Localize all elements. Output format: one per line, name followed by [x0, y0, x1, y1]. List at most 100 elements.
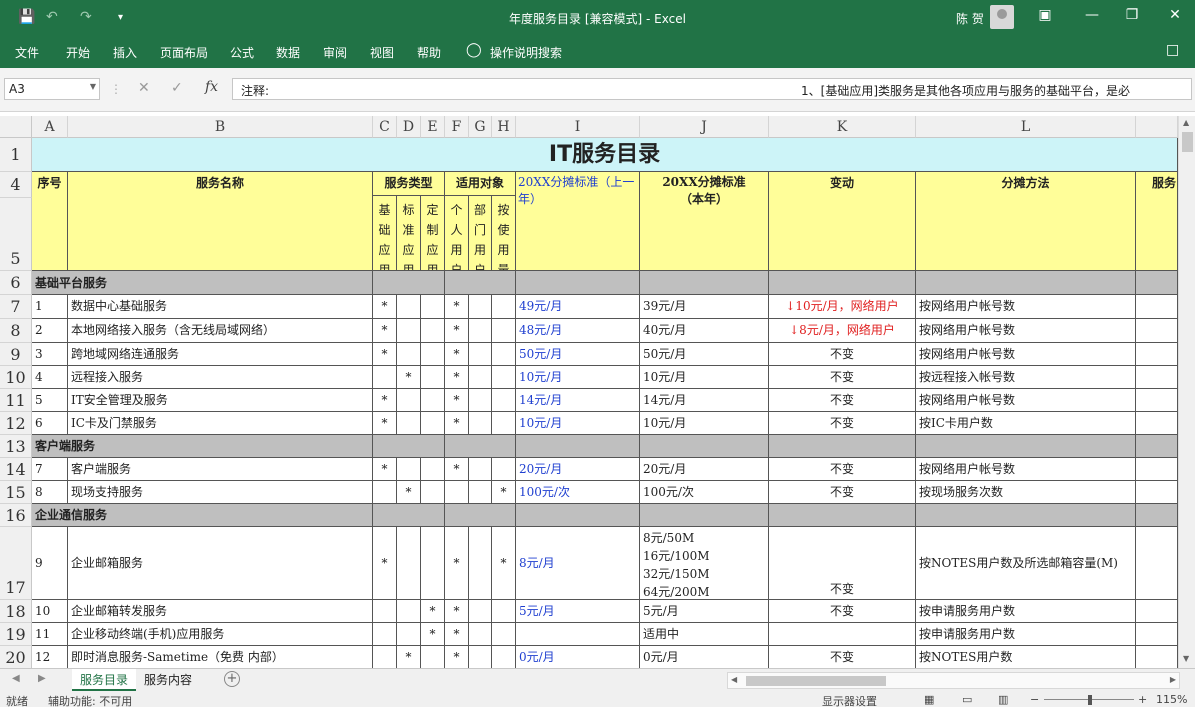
- cell-mark-g[interactable]: [469, 295, 492, 319]
- column-header-h[interactable]: H: [492, 116, 516, 138]
- header-seq[interactable]: 序号: [32, 172, 68, 271]
- cell-mark-c[interactable]: *: [373, 458, 397, 481]
- cell-mark-d[interactable]: *: [397, 366, 421, 389]
- catalog-title[interactable]: IT服务目录: [32, 138, 1178, 172]
- cell-mark-g[interactable]: [469, 389, 492, 412]
- section-fill[interactable]: [516, 504, 640, 527]
- cell-more[interactable]: [1136, 295, 1178, 319]
- cell-prev-standard[interactable]: 20元/月: [516, 458, 640, 481]
- cell-method[interactable]: 按申请服务用户数: [916, 623, 1136, 646]
- cell-method[interactable]: 按网络用户帐号数: [916, 343, 1136, 366]
- accessibility-status[interactable]: 辅助功能: 不可用: [48, 693, 132, 707]
- cell-mark-h[interactable]: *: [492, 481, 516, 504]
- tab-insert[interactable]: 插入: [113, 44, 137, 61]
- cell-mark-e[interactable]: [421, 366, 445, 389]
- cell-mark-g[interactable]: [469, 343, 492, 366]
- row-header-19[interactable]: 19: [0, 623, 32, 646]
- column-header-m[interactable]: [1136, 116, 1178, 138]
- cell-mark-e[interactable]: [421, 481, 445, 504]
- display-settings[interactable]: 显示器设置: [822, 693, 877, 707]
- cell-mark-g[interactable]: [469, 600, 492, 623]
- cell-mark-h[interactable]: [492, 646, 516, 668]
- cell-mark-e[interactable]: [421, 646, 445, 668]
- header-prev-standard[interactable]: 20XX分摊标准（上一年）: [516, 172, 640, 271]
- cell-change[interactable]: 不变: [769, 527, 916, 600]
- zoom-slider-thumb[interactable]: [1088, 695, 1092, 705]
- row-header-13[interactable]: 13: [0, 435, 32, 458]
- prev-sheet-icon[interactable]: ◀: [12, 673, 20, 684]
- cell-prev-standard[interactable]: 10元/月: [516, 366, 640, 389]
- cell-mark-d[interactable]: *: [397, 481, 421, 504]
- section-comm[interactable]: 企业通信服务: [32, 504, 373, 527]
- cell-mark-c[interactable]: *: [373, 389, 397, 412]
- cell-mark-g[interactable]: [469, 623, 492, 646]
- row-header-11[interactable]: 11: [0, 389, 32, 412]
- tab-home[interactable]: 开始: [66, 44, 90, 61]
- zoom-in-icon[interactable]: +: [1138, 693, 1147, 706]
- cell-seq[interactable]: 12: [32, 646, 68, 668]
- cell-mark-h[interactable]: [492, 319, 516, 343]
- cell-change[interactable]: [769, 623, 916, 646]
- row-header-14[interactable]: 14: [0, 458, 32, 481]
- section-fill[interactable]: [769, 504, 916, 527]
- cell-current-standard[interactable]: 适用中: [640, 623, 769, 646]
- cell-method[interactable]: 按IC卡用户数: [916, 412, 1136, 435]
- cell-mark-d[interactable]: [397, 412, 421, 435]
- cell-seq[interactable]: 7: [32, 458, 68, 481]
- cell-mark-d[interactable]: *: [397, 646, 421, 668]
- cell-current-standard[interactable]: 20元/月: [640, 458, 769, 481]
- cell-mark-h[interactable]: [492, 600, 516, 623]
- cell-mark-e[interactable]: [421, 527, 445, 600]
- column-header-c[interactable]: C: [373, 116, 397, 138]
- cell-more[interactable]: [1136, 458, 1178, 481]
- column-header-g[interactable]: G: [469, 116, 492, 138]
- tell-me-search[interactable]: 操作说明搜索: [490, 44, 562, 61]
- section-fill[interactable]: [373, 435, 445, 458]
- cell-mark-d[interactable]: [397, 319, 421, 343]
- cell-change[interactable]: 不变: [769, 646, 916, 668]
- cell-current-standard[interactable]: 10元/月: [640, 412, 769, 435]
- cancel-icon[interactable]: ✕: [138, 80, 150, 96]
- cell-mark-c[interactable]: [373, 481, 397, 504]
- section-fill[interactable]: [516, 435, 640, 458]
- cell-service-name[interactable]: IT安全管理及服务: [68, 389, 373, 412]
- section-fill[interactable]: [640, 271, 769, 295]
- cell-more[interactable]: [1136, 481, 1178, 504]
- vertical-scroll-thumb[interactable]: [1182, 132, 1193, 152]
- cell-mark-g[interactable]: [469, 481, 492, 504]
- cell-mark-g[interactable]: [469, 527, 492, 600]
- cell-seq[interactable]: 1: [32, 295, 68, 319]
- cell-prev-standard[interactable]: 50元/月: [516, 343, 640, 366]
- cell-mark-c[interactable]: *: [373, 412, 397, 435]
- scroll-up-icon[interactable]: ▲: [1183, 118, 1189, 127]
- cell-change[interactable]: ↓8元/月，网络用户: [769, 319, 916, 343]
- cell-current-standard[interactable]: 0元/月: [640, 646, 769, 668]
- enter-icon[interactable]: ✓: [171, 80, 183, 96]
- tab-data[interactable]: 数据: [276, 44, 300, 61]
- cell-prev-standard[interactable]: 14元/月: [516, 389, 640, 412]
- cell-prev-standard[interactable]: [516, 623, 640, 646]
- tab-page-layout[interactable]: 页面布局: [160, 44, 208, 61]
- column-header-k[interactable]: K: [769, 116, 916, 138]
- cell-mark-g[interactable]: [469, 319, 492, 343]
- cell-method[interactable]: 按网络用户帐号数: [916, 389, 1136, 412]
- section-fill[interactable]: [1136, 435, 1178, 458]
- row-header-18[interactable]: 18: [0, 600, 32, 623]
- cell-mark-d[interactable]: [397, 295, 421, 319]
- section-fill[interactable]: [516, 271, 640, 295]
- header-sub-dept[interactable]: 部门用户: [469, 196, 492, 271]
- cell-mark-h[interactable]: *: [492, 527, 516, 600]
- column-header-d[interactable]: D: [397, 116, 421, 138]
- column-header-b[interactable]: B: [68, 116, 373, 138]
- cell-mark-e[interactable]: [421, 319, 445, 343]
- cell-more[interactable]: [1136, 623, 1178, 646]
- row-header-16[interactable]: 16: [0, 504, 32, 527]
- cell-seq[interactable]: 2: [32, 319, 68, 343]
- scroll-right-icon[interactable]: ▶: [1170, 675, 1176, 684]
- cell-mark-e[interactable]: *: [421, 623, 445, 646]
- cell-method[interactable]: 按NOTES用户数及所选邮箱容量(M): [916, 527, 1136, 600]
- cell-mark-c[interactable]: [373, 646, 397, 668]
- header-sub-standard[interactable]: 标准应用: [397, 196, 421, 271]
- section-base[interactable]: 基础平台服务: [32, 271, 373, 295]
- cell-mark-f[interactable]: [445, 481, 469, 504]
